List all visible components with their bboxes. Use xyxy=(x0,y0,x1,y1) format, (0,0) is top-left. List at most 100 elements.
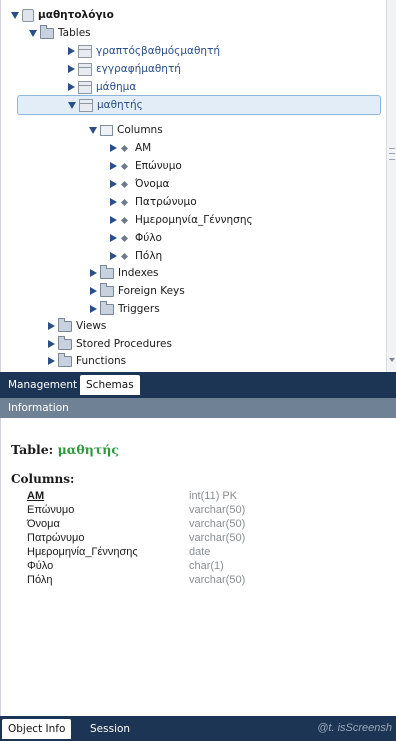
tree-scrollbar[interactable] xyxy=(386,0,396,372)
column-label: Ημερομηνία_Γέννησης xyxy=(135,214,253,226)
schema-tree: μαθητολόγιο Tables γραπτόςβαθμόςμαθητή ε… xyxy=(0,0,396,372)
views-folder-label: Views xyxy=(76,320,107,332)
collapse-arrow-icon[interactable] xyxy=(48,322,55,330)
table-title: Table: μαθητής xyxy=(11,442,119,457)
collapse-arrow-icon[interactable] xyxy=(48,340,55,348)
column-label: Πόλη xyxy=(135,250,163,262)
column-name: Ημερομηνία_Γέννησης xyxy=(27,546,138,558)
column-label: Φύλο xyxy=(135,232,162,244)
expand-arrow-icon[interactable] xyxy=(29,29,37,37)
stored-procedures-folder-label: Stored Procedures xyxy=(76,338,172,350)
expand-arrow-icon[interactable] xyxy=(89,126,97,134)
tree-item-column[interactable]: Πατρώνυμο xyxy=(109,193,197,211)
tab-management[interactable]: Management xyxy=(2,375,83,395)
folder-icon xyxy=(58,335,72,350)
collapse-arrow-icon[interactable] xyxy=(110,252,117,260)
tab-schemas[interactable]: Schemas xyxy=(80,375,140,395)
scroll-grip-icon[interactable] xyxy=(389,148,395,160)
expand-arrow-icon[interactable] xyxy=(68,101,76,109)
tree-item-table[interactable]: εγγραφήμαθητή xyxy=(67,60,181,78)
tree-item-column[interactable]: Πόλη xyxy=(109,247,162,265)
tree-item-table[interactable]: μάθημα xyxy=(67,78,136,96)
folder-icon xyxy=(58,317,72,332)
column-label: Επώνυμο xyxy=(135,160,182,172)
column-type: int(11) PK xyxy=(189,490,238,502)
collapse-arrow-icon[interactable] xyxy=(90,269,97,277)
columns-folder-label: Columns xyxy=(117,124,163,136)
tree-item-schema[interactable]: μαθητολόγιο xyxy=(11,6,114,24)
tree-item-column[interactable]: Ημερομηνία_Γέννησης xyxy=(109,211,253,229)
indexes-folder-label: Indexes xyxy=(118,267,159,279)
tables-folder-label: Tables xyxy=(58,27,91,39)
collapse-arrow-icon[interactable] xyxy=(68,65,75,73)
collapse-arrow-icon[interactable] xyxy=(110,162,117,170)
database-icon xyxy=(22,8,34,22)
tree-item-tables[interactable]: Tables xyxy=(29,24,91,42)
tree-item-triggers[interactable]: Triggers xyxy=(89,300,160,318)
collapse-arrow-icon[interactable] xyxy=(48,357,55,365)
tree-item-functions[interactable]: Functions xyxy=(47,352,126,370)
column-diamond-icon xyxy=(120,198,129,206)
tree-item-column[interactable]: Επώνυμο xyxy=(109,157,182,175)
collapse-arrow-icon[interactable] xyxy=(90,287,97,295)
column-type: char(1) xyxy=(189,560,224,572)
triggers-folder-label: Triggers xyxy=(118,303,160,315)
scroll-down-arrow-icon[interactable] xyxy=(389,358,395,362)
tree-item-column[interactable]: Φύλο xyxy=(109,229,162,247)
expand-arrow-icon[interactable] xyxy=(11,11,19,19)
folder-icon xyxy=(40,24,54,39)
tree-item-indexes[interactable]: Indexes xyxy=(89,264,159,282)
foreign-keys-folder-label: Foreign Keys xyxy=(118,285,185,297)
tree-item-views[interactable]: Views xyxy=(47,317,106,335)
information-panel: Table: μαθητής Columns: ΑΜ int(11) PK Επ… xyxy=(0,418,396,716)
folder-icon xyxy=(58,352,72,367)
column-name: Όνομα xyxy=(27,518,60,530)
column-name: ΑΜ xyxy=(27,490,45,502)
folder-icon xyxy=(100,300,114,315)
folder-icon xyxy=(100,282,114,297)
tree-item-columns[interactable]: Columns xyxy=(89,121,163,139)
column-label: Όνομα xyxy=(135,178,170,190)
column-type: varchar(50) xyxy=(189,574,246,586)
collapse-arrow-icon[interactable] xyxy=(68,83,75,91)
tree-item-stored-procedures[interactable]: Stored Procedures xyxy=(47,335,172,353)
column-name: Πόλη xyxy=(27,574,53,586)
tree-item-foreign-keys[interactable]: Foreign Keys xyxy=(89,282,185,300)
table-icon xyxy=(78,80,92,94)
column-name: Φύλο xyxy=(27,560,54,572)
collapse-arrow-icon[interactable] xyxy=(90,305,97,313)
table-icon xyxy=(78,44,92,58)
folder-icon xyxy=(100,264,114,279)
schema-label: μαθητολόγιο xyxy=(38,9,114,21)
collapse-arrow-icon[interactable] xyxy=(110,198,117,206)
column-diamond-icon xyxy=(120,162,129,170)
tree-item-column[interactable]: ΑΜ xyxy=(109,139,151,157)
collapse-arrow-icon[interactable] xyxy=(110,180,117,188)
collapse-arrow-icon[interactable] xyxy=(110,234,117,242)
table-name: μαθητής xyxy=(57,442,119,457)
table-label: γραπτόςβαθμόςμαθητή xyxy=(96,45,221,57)
column-type: varchar(50) xyxy=(189,532,246,544)
column-diamond-icon xyxy=(120,252,129,260)
table-label: μαθητής xyxy=(97,99,143,111)
collapse-arrow-icon[interactable] xyxy=(110,144,117,152)
information-header: Information xyxy=(0,398,396,418)
tree-item-column[interactable]: Όνομα xyxy=(109,175,169,193)
column-type: date xyxy=(189,546,211,558)
table-prefix: Table: xyxy=(11,442,54,457)
tree-item-table[interactable]: γραπτόςβαθμόςμαθητή xyxy=(67,42,220,60)
functions-folder-label: Functions xyxy=(76,355,127,367)
collapse-arrow-icon[interactable] xyxy=(68,47,75,55)
watermark: @t. isScreensh xyxy=(317,722,392,734)
tree-item-table-selected[interactable]: μαθητής xyxy=(17,95,381,115)
column-diamond-icon xyxy=(120,144,129,152)
collapse-arrow-icon[interactable] xyxy=(110,216,117,224)
info-tab-bar: Object Info Session @t. isScreensh xyxy=(0,716,396,741)
table-icon xyxy=(79,98,93,112)
column-diamond-icon xyxy=(120,180,129,188)
column-type: varchar(50) xyxy=(189,518,246,530)
table-icon xyxy=(78,62,92,76)
tab-object-info[interactable]: Object Info xyxy=(2,719,72,739)
tab-session[interactable]: Session xyxy=(84,719,136,739)
sidebar-tab-bar: Management Schemas xyxy=(0,372,396,398)
